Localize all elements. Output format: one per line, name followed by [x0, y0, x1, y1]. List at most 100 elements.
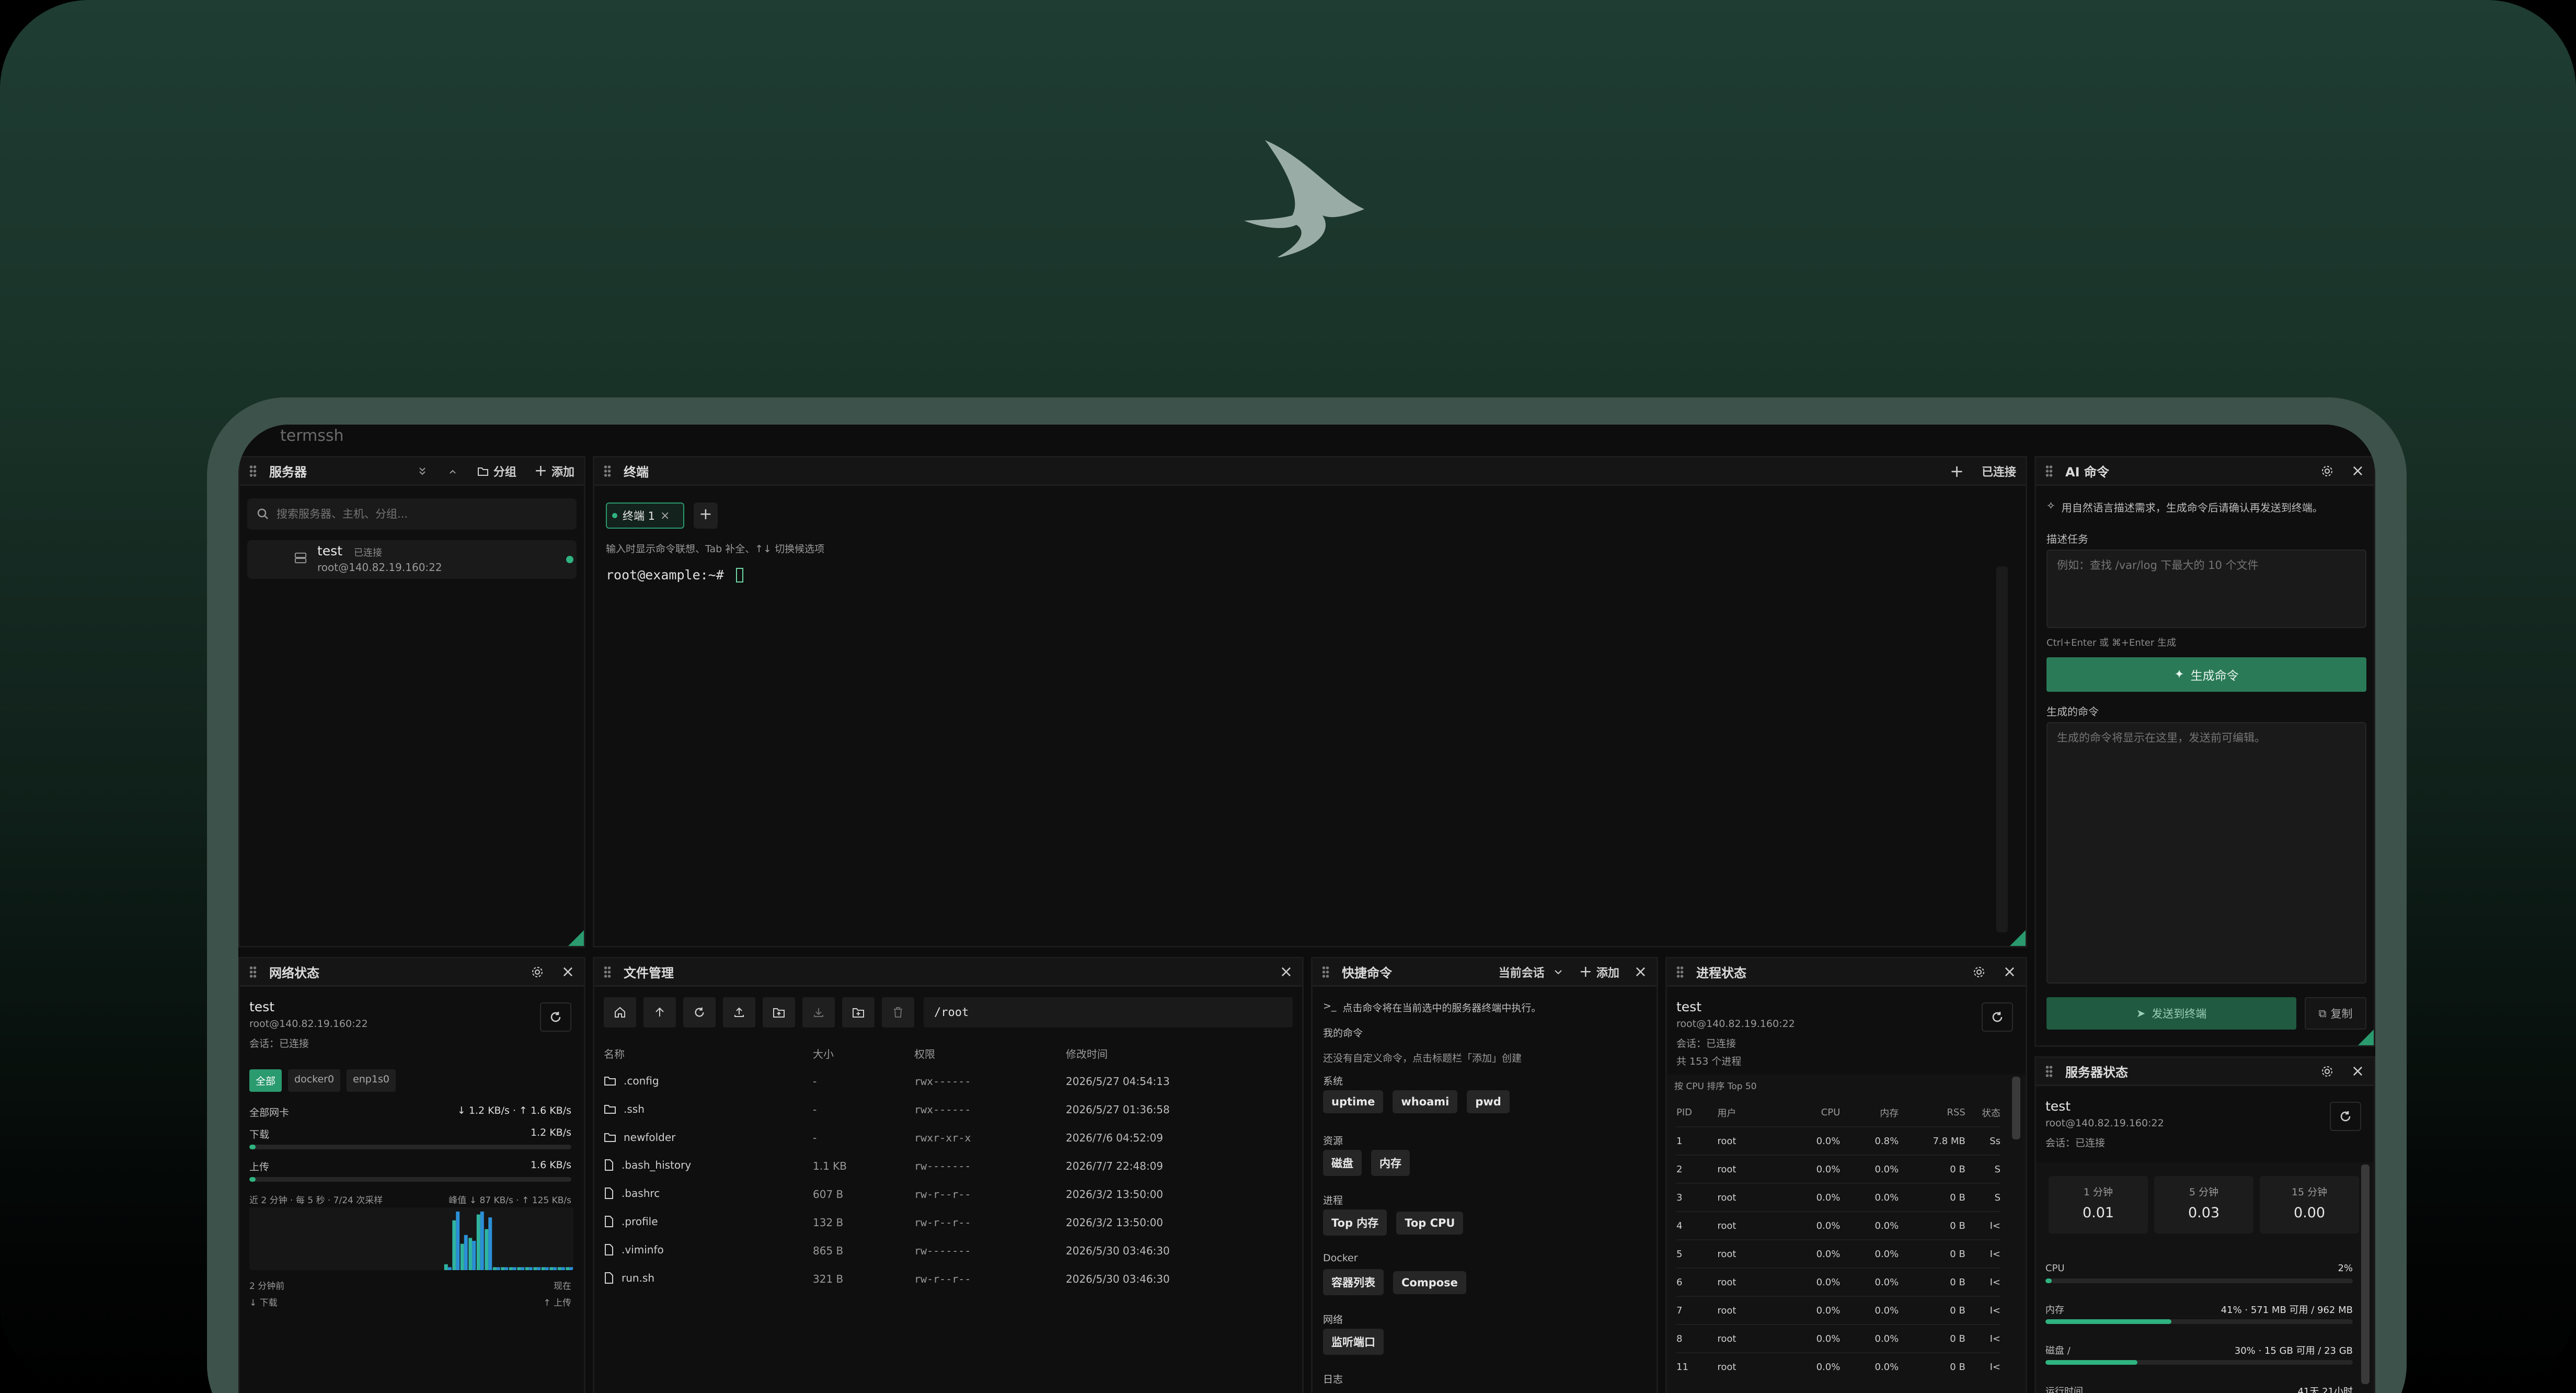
- drag-handle-icon[interactable]: [604, 464, 611, 477]
- drag-handle-icon[interactable]: [1676, 965, 1684, 978]
- quick-command-button[interactable]: 容器列表: [1323, 1269, 1384, 1295]
- quick-command-button[interactable]: whoami: [1393, 1090, 1458, 1113]
- column-state[interactable]: 状态: [1965, 1099, 2000, 1127]
- path-field[interactable]: /root: [924, 997, 1293, 1027]
- add-server-button[interactable]: + 添加: [534, 462, 574, 480]
- drag-handle-icon[interactable]: [604, 965, 611, 978]
- app-title: termssh: [280, 427, 344, 445]
- drag-handle-icon[interactable]: [2045, 1065, 2053, 1078]
- file-row[interactable]: newfolder - rwxr-xr-x 2026/7/6 04:52:09: [604, 1124, 1294, 1152]
- column-pid[interactable]: PID: [1676, 1099, 1717, 1127]
- terminal-scrollbar[interactable]: [1996, 566, 2008, 932]
- group-button[interactable]: 分组: [477, 463, 516, 479]
- copy-button[interactable]: ⧉ 复制: [2305, 997, 2366, 1030]
- drag-handle-icon[interactable]: [1322, 965, 1329, 978]
- file-row[interactable]: run.sh 321 B rw-r--r-- 2026/5/30 03:46:30: [604, 1265, 1294, 1293]
- nic-tab-enp1s0[interactable]: enp1s0: [347, 1069, 396, 1092]
- gear-icon[interactable]: [1973, 966, 1985, 978]
- up-button[interactable]: [643, 997, 676, 1027]
- nic-tab-docker0[interactable]: docker0: [288, 1069, 341, 1092]
- drag-handle-icon[interactable]: [2045, 464, 2053, 477]
- file-row[interactable]: .bash_history 1.1 KB rw------- 2026/7/7 22:…: [604, 1152, 1294, 1180]
- column-rss[interactable]: RSS: [1899, 1099, 1965, 1127]
- nic-tab-all[interactable]: 全部: [249, 1069, 282, 1092]
- quick-command-button[interactable]: 内存: [1371, 1150, 1410, 1176]
- quick-command-button[interactable]: pwd: [1467, 1090, 1510, 1113]
- close-tab-icon[interactable]: ×: [660, 509, 670, 522]
- send-to-terminal-button[interactable]: ➤ 发送到终端: [2046, 997, 2296, 1030]
- file-row[interactable]: .bashrc 607 B rw-r--r-- 2026/3/2 13:50:00: [604, 1180, 1294, 1208]
- terminal-tab[interactable]: 终端 1 ×: [606, 503, 684, 529]
- process-row[interactable]: 3 root 0.0% 0.0% 0 B S: [1676, 1183, 2000, 1212]
- new-folder-button[interactable]: [842, 997, 875, 1027]
- quick-command-button[interactable]: 磁盘: [1323, 1150, 1362, 1176]
- process-row[interactable]: 7 root 0.0% 0.0% 0 B I<: [1676, 1296, 2000, 1325]
- process-row[interactable]: 6 root 0.0% 0.0% 0 B I<: [1676, 1268, 2000, 1296]
- quick-command-button[interactable]: Top 内存: [1323, 1209, 1387, 1236]
- refresh-button[interactable]: [540, 1002, 571, 1032]
- expand-all-icon[interactable]: [446, 465, 459, 477]
- column-modified[interactable]: 修改时间: [1066, 1039, 1294, 1067]
- home-button[interactable]: [604, 997, 636, 1027]
- process-row[interactable]: 1 root 0.0% 0.8% 7.8 MB Ss: [1676, 1127, 2000, 1155]
- terminal-output[interactable]: root@example:~#: [606, 567, 1999, 935]
- task-input[interactable]: [2046, 550, 2366, 628]
- column-name[interactable]: 名称: [604, 1039, 813, 1067]
- add-tab-button[interactable]: +: [694, 503, 718, 529]
- collapse-all-icon[interactable]: [416, 465, 429, 477]
- uptime-label: 运行时间: [2045, 1386, 2083, 1393]
- drag-handle-icon[interactable]: [249, 965, 257, 978]
- refresh-button[interactable]: [2330, 1102, 2361, 1131]
- quick-command-button[interactable]: Top CPU: [1396, 1212, 1464, 1235]
- refresh-button[interactable]: [1982, 1002, 2013, 1032]
- resize-handle[interactable]: [2358, 1030, 2374, 1045]
- column-size[interactable]: 大小: [813, 1039, 914, 1067]
- new-terminal-button[interactable]: +: [1950, 461, 1964, 481]
- close-icon[interactable]: ×: [1280, 963, 1293, 981]
- gear-icon[interactable]: [2321, 1065, 2333, 1078]
- quick-command-button[interactable]: uptime: [1323, 1090, 1384, 1113]
- quick-command-button[interactable]: Compose: [1393, 1271, 1466, 1294]
- file-row[interactable]: .viminfo 865 B rw------- 2026/5/30 03:46:30: [604, 1237, 1294, 1265]
- close-icon[interactable]: ×: [2351, 462, 2364, 480]
- server-search[interactable]: [247, 498, 577, 530]
- resize-handle[interactable]: [568, 930, 584, 946]
- column-user[interactable]: 用户: [1717, 1099, 1781, 1127]
- column-permission[interactable]: 权限: [914, 1039, 1066, 1067]
- quick-command-button[interactable]: 监听端口: [1323, 1329, 1384, 1355]
- generated-output[interactable]: [2046, 722, 2366, 984]
- process-row[interactable]: 8 root 0.0% 0.0% 0 B I<: [1676, 1325, 2000, 1353]
- gear-icon[interactable]: [531, 966, 544, 978]
- close-icon[interactable]: ×: [2003, 963, 2016, 981]
- upload-folder-button[interactable]: [763, 997, 795, 1027]
- file-row[interactable]: .profile 132 B rw-r--r-- 2026/3/2 13:50:00: [604, 1208, 1294, 1237]
- delete-button[interactable]: [882, 997, 914, 1027]
- server-item[interactable]: test 已连接 root@140.82.19.160:22: [247, 540, 577, 579]
- file-row[interactable]: .config - rwx------ 2026/5/27 04:54:13: [604, 1067, 1294, 1095]
- column-mem[interactable]: 内存: [1840, 1099, 1899, 1127]
- resize-handle[interactable]: [2010, 930, 2026, 946]
- close-icon[interactable]: ×: [1634, 963, 1647, 981]
- session-select[interactable]: 当前会话: [1499, 964, 1565, 980]
- status-scrollbar[interactable]: [2361, 1164, 2370, 1384]
- column-cpu[interactable]: CPU: [1781, 1099, 1841, 1127]
- close-icon[interactable]: ×: [2351, 1062, 2364, 1080]
- drag-handle-icon[interactable]: [249, 464, 257, 477]
- file-row[interactable]: .ssh - rwx------ 2026/5/27 01:36:58: [604, 1095, 1294, 1124]
- generate-button[interactable]: ✦ 生成命令: [2046, 657, 2366, 692]
- search-input[interactable]: [277, 508, 548, 520]
- device-frame: termssh 服务器 分组 + 添加 搜索服务器、主机、分组... test …: [207, 397, 2407, 1393]
- upload-bar-mark: [447, 1267, 452, 1270]
- gear-icon[interactable]: [2321, 465, 2333, 477]
- process-scrollbar[interactable]: [2012, 1077, 2020, 1139]
- process-row[interactable]: 4 root 0.0% 0.0% 0 B I<: [1676, 1212, 2000, 1240]
- upload-button[interactable]: [723, 997, 755, 1027]
- refresh-files-button[interactable]: [683, 997, 716, 1027]
- load-1min: 1 分钟 0.01: [2049, 1176, 2148, 1234]
- close-icon[interactable]: ×: [561, 963, 574, 981]
- process-row[interactable]: 2 root 0.0% 0.0% 0 B S: [1676, 1155, 2000, 1183]
- process-row[interactable]: 11 root 0.0% 0.0% 0 B I<: [1676, 1353, 2000, 1381]
- process-row[interactable]: 5 root 0.0% 0.0% 0 B I<: [1676, 1240, 2000, 1268]
- download-button[interactable]: [802, 997, 835, 1027]
- add-command-button[interactable]: + 添加: [1579, 963, 1619, 981]
